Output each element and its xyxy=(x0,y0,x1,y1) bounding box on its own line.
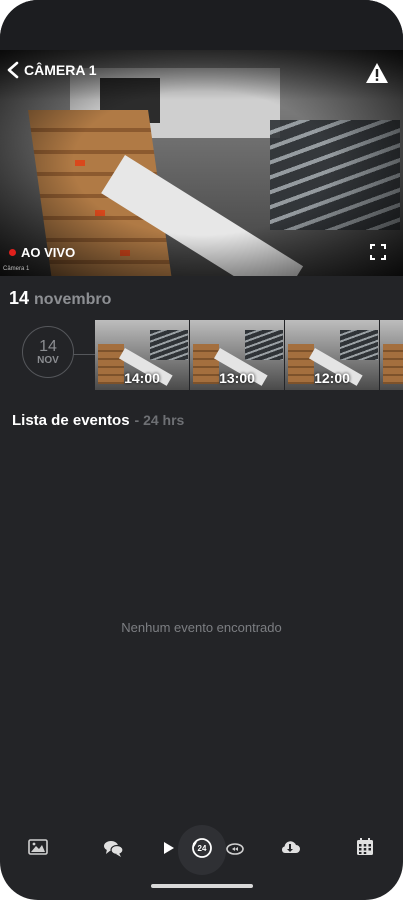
image-gallery-icon xyxy=(28,839,48,855)
thumbnail-time: 14:00 xyxy=(124,370,160,386)
cloud-download-icon xyxy=(281,841,300,853)
live-dot-icon xyxy=(9,249,16,256)
calendar-icon xyxy=(357,838,373,855)
timeline-date-marker: 14 NOV xyxy=(22,326,74,378)
recording-thumbnails[interactable]: 14:00 13:00 12:00 xyxy=(95,320,403,390)
cloud-download-button[interactable] xyxy=(275,832,305,862)
24h-replay-icon: 24 xyxy=(192,838,212,858)
thumbnail-time: 12:00 xyxy=(314,370,350,386)
home-indicator xyxy=(151,884,253,888)
rewind-icon xyxy=(226,843,244,855)
video-camera-overlay: Câmera 1 xyxy=(3,266,30,272)
chat-button[interactable] xyxy=(98,833,128,863)
timeline-date-month: NOV xyxy=(37,354,59,366)
bottom-toolbar: 24 xyxy=(0,820,403,876)
chevron-left-icon xyxy=(7,61,19,79)
live-indicator: AO VIVO xyxy=(9,245,75,260)
app-screen: CÂMERA 1 AO VIVO Câmera 1 14 novembro 14… xyxy=(0,0,403,900)
calendar-button[interactable] xyxy=(350,832,380,862)
gallery-button[interactable] xyxy=(23,832,53,862)
timeline-connector xyxy=(73,354,95,355)
recording-thumbnail[interactable] xyxy=(380,320,403,390)
play-icon xyxy=(164,842,174,854)
date-header-month: novembro xyxy=(34,291,112,308)
play-button[interactable] xyxy=(153,833,183,863)
date-header-day: 14 xyxy=(9,288,30,308)
recording-thumbnail[interactable]: 13:00 xyxy=(190,320,284,390)
recording-thumbnail[interactable]: 14:00 xyxy=(95,320,189,390)
empty-events-message: Nenhum evento encontrado xyxy=(121,620,282,635)
replay-24h-button[interactable]: 24 xyxy=(187,833,217,863)
events-title: Lista de eventos xyxy=(12,412,130,429)
timeline-date-day: 14 xyxy=(39,337,57,355)
chat-icon xyxy=(104,841,124,857)
thumbnail-time: 13:00 xyxy=(219,370,255,386)
rewind-button[interactable] xyxy=(220,833,250,863)
recording-thumbnail[interactable]: 12:00 xyxy=(285,320,379,390)
back-button[interactable]: CÂMERA 1 xyxy=(6,60,97,80)
camera-title: CÂMERA 1 xyxy=(24,62,97,78)
live-label: AO VIVO xyxy=(21,245,76,260)
date-header: 14 novembro xyxy=(9,288,111,309)
events-range: - 24 hrs xyxy=(134,412,185,428)
alert-button[interactable] xyxy=(365,62,389,84)
fullscreen-button[interactable] xyxy=(370,244,386,260)
events-header: Lista de eventos - 24 hrs xyxy=(12,412,184,429)
status-bar xyxy=(0,0,403,50)
svg-text:24: 24 xyxy=(198,844,207,853)
fullscreen-icon xyxy=(370,244,386,260)
warning-icon xyxy=(366,63,388,83)
live-video-feed[interactable] xyxy=(0,50,403,276)
